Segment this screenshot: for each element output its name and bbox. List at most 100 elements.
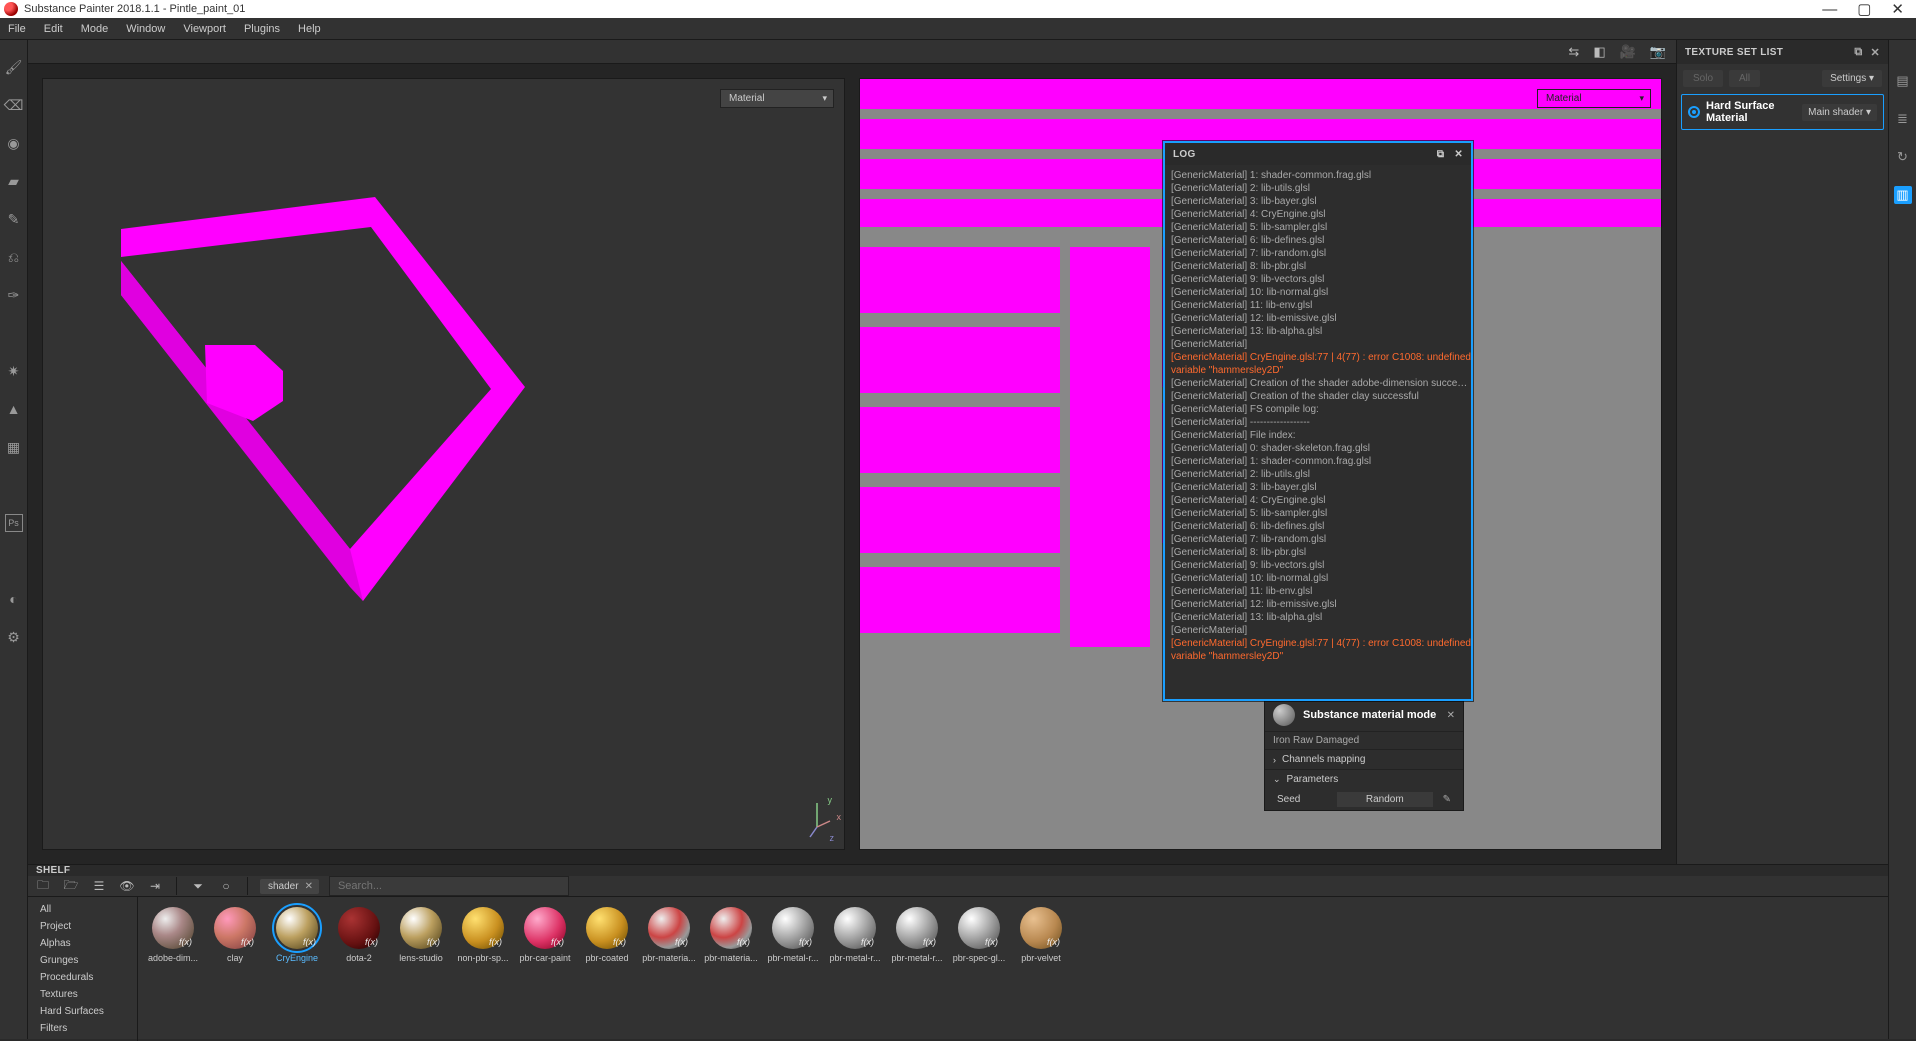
shelf-category[interactable]: Hard Surfaces [28, 1003, 137, 1020]
chevron-right-icon[interactable]: › [1273, 755, 1276, 765]
layers-tab-icon[interactable]: ≣ [1894, 110, 1912, 128]
shelf-item[interactable]: f(x) clay [210, 907, 260, 1031]
polygon-fill-tool-icon[interactable]: ▰ [5, 172, 23, 190]
baking-icon[interactable]: ▲ [5, 400, 23, 418]
shader-preview-sphere-icon: f(x) [214, 907, 256, 949]
log-line: [GenericMaterial] 10: lib-normal.glsl [1171, 286, 1471, 299]
window-minimize-button[interactable]: — [1822, 2, 1837, 17]
menu-file[interactable]: File [8, 23, 26, 35]
texture-set-settings-dropdown[interactable]: Settings ▾ [1822, 70, 1882, 87]
menu-edit[interactable]: Edit [44, 23, 63, 35]
brush-tool-icon[interactable]: 🖌 [5, 58, 23, 76]
log-line: [GenericMaterial] 6: lib-defines.glsl [1171, 520, 1471, 533]
shelf-item[interactable]: f(x)pbr-velvet [1016, 907, 1066, 1031]
iray-icon[interactable]: ◐ [5, 590, 23, 608]
window-close-button[interactable]: ✕ [1891, 2, 1904, 17]
picker-tool-icon[interactable]: ✑ [5, 286, 23, 304]
shelf-item[interactable]: f(x)pbr-metal-r... [768, 907, 818, 1031]
shelf-item[interactable]: f(x)dota-2 [334, 907, 384, 1031]
shelf-folder-icon[interactable]: 🗀 [34, 877, 52, 895]
tab-solo[interactable]: Solo [1683, 70, 1723, 87]
viewport-3d[interactable]: Material y x z [42, 78, 845, 850]
projection-tool-icon[interactable]: ◉ [5, 134, 23, 152]
log-line: [GenericMaterial] 2: lib-utils.glsl [1171, 468, 1471, 481]
shelf-import-icon[interactable]: ⇥ [146, 877, 164, 895]
shelf-item[interactable]: f(x)non-pbr-sp... [458, 907, 508, 1031]
shelf-category[interactable]: Project [28, 918, 137, 935]
fx-badge: f(x) [861, 937, 874, 947]
shelf-item[interactable]: f(x)pbr-car-paint [520, 907, 570, 1031]
shelf-panel: SHELF 🗀 🗁 ☰ 👁 ⇥ ⏷ ○ shader ✕ AllProjectA… [28, 864, 1888, 1039]
panel-popout-icon[interactable]: ⧉ [1854, 46, 1862, 59]
shelf-category[interactable]: All [28, 901, 137, 918]
shelf-item[interactable]: f(x)adobe-dim... [148, 907, 198, 1031]
menu-plugins[interactable]: Plugins [244, 23, 280, 35]
grid-icon[interactable]: ▦ [5, 438, 23, 456]
screenshot-icon[interactable]: 📷 [1648, 44, 1668, 60]
shelf-item[interactable]: f(x)pbr-spec-gl... [954, 907, 1004, 1031]
log-tab-icon[interactable]: ▥ [1894, 186, 1912, 204]
material-shader-dropdown[interactable]: Main shader ▾ [1802, 104, 1877, 121]
menu-mode[interactable]: Mode [81, 23, 109, 35]
menu-window[interactable]: Window [126, 23, 165, 35]
shelf-category[interactable]: Grunges [28, 952, 137, 969]
properties-title: Substance material mode [1303, 709, 1447, 721]
seed-value-button[interactable]: Random [1337, 792, 1433, 807]
chevron-down-icon[interactable]: ⌄ [1273, 774, 1281, 785]
camera-icon[interactable]: 🎥 [1618, 44, 1638, 60]
clone-tool-icon[interactable]: ⎌ [5, 248, 23, 266]
menu-viewport[interactable]: Viewport [183, 23, 226, 35]
shelf-filter-icon[interactable]: ⏷ [189, 877, 207, 895]
window-maximize-button[interactable]: ▢ [1857, 2, 1871, 17]
shelf-item[interactable]: f(x)pbr-materia... [706, 907, 756, 1031]
fx-badge: f(x) [985, 937, 998, 947]
axis-x-label: x [837, 812, 842, 822]
shelf-item-label: clay [227, 953, 243, 963]
shelf-item[interactable]: f(x)pbr-metal-r... [892, 907, 942, 1031]
shader-preview-sphere-icon: f(x) [586, 907, 628, 949]
edit-seed-icon[interactable]: ✎ [1443, 794, 1451, 805]
photoshop-export-icon[interactable]: Ps [5, 514, 23, 532]
channels-mapping-section[interactable]: Channels mapping [1282, 754, 1365, 765]
shelf-item[interactable]: f(x)pbr-materia... [644, 907, 694, 1031]
shelf-category[interactable]: Alphas [28, 935, 137, 952]
panel-close-icon[interactable]: ✕ [1870, 46, 1880, 59]
parameters-section[interactable]: Parameters [1287, 774, 1339, 785]
perspective-icon[interactable]: ◧ [1591, 44, 1607, 60]
shelf-search-input[interactable] [329, 876, 569, 896]
shelf-category[interactable]: Procedurals [28, 969, 137, 986]
symmetry-icon[interactable]: ⇆ [1566, 44, 1581, 60]
log-body[interactable]: [GenericMaterial] 1: shader-common.frag.… [1165, 165, 1471, 699]
smudge-tool-icon[interactable]: ✎ [5, 210, 23, 228]
history-tab-icon[interactable]: ↻ [1894, 148, 1912, 166]
shelf-item[interactable]: f(x)lens-studio [396, 907, 446, 1031]
shelf-category[interactable]: Textures [28, 986, 137, 1003]
shelf-filter-chip-remove-icon[interactable]: ✕ [305, 881, 313, 892]
fx-badge: f(x) [365, 937, 378, 947]
geometry-mask-icon[interactable]: ✷ [5, 362, 23, 380]
material-channel-dropdown-2d[interactable]: Material [1537, 89, 1651, 108]
shelf-eye-icon[interactable]: 👁 [118, 877, 136, 895]
material-active-radio[interactable] [1688, 106, 1700, 118]
shelf-list-icon[interactable]: ☰ [90, 877, 108, 895]
fx-badge: f(x) [241, 937, 254, 947]
shelf-item[interactable]: f(x) pbr-coated [582, 907, 632, 1031]
shelf-filter-chip[interactable]: shader ✕ [260, 879, 319, 894]
shelf-tag-icon[interactable]: ○ [217, 877, 235, 895]
shelf-category[interactable]: Filters [28, 1020, 137, 1037]
menu-help[interactable]: Help [298, 23, 321, 35]
shelf-item[interactable]: f(x)CryEngine [272, 907, 322, 1031]
settings-gear-icon[interactable]: ⚙ [5, 628, 23, 646]
shelf-newfolder-icon[interactable]: 🗁 [62, 877, 80, 895]
texture-set-list-tab-icon[interactable]: ▤ [1894, 72, 1912, 90]
properties-subtitle: Iron Raw Damaged [1265, 732, 1463, 749]
properties-close-icon[interactable]: ✕ [1447, 710, 1455, 721]
log-popout-icon[interactable]: ⧉ [1437, 149, 1444, 160]
shelf-item[interactable]: f(x)pbr-metal-r... [830, 907, 880, 1031]
texture-set-list-header: TEXTURE SET LIST ⧉ ✕ [1677, 40, 1888, 64]
shelf-item-label: pbr-coated [585, 953, 628, 963]
material-name[interactable]: Hard Surface Material [1706, 100, 1796, 124]
tab-all[interactable]: All [1729, 70, 1760, 87]
log-close-icon[interactable]: ✕ [1454, 149, 1463, 160]
eraser-tool-icon[interactable]: ⌫ [5, 96, 23, 114]
